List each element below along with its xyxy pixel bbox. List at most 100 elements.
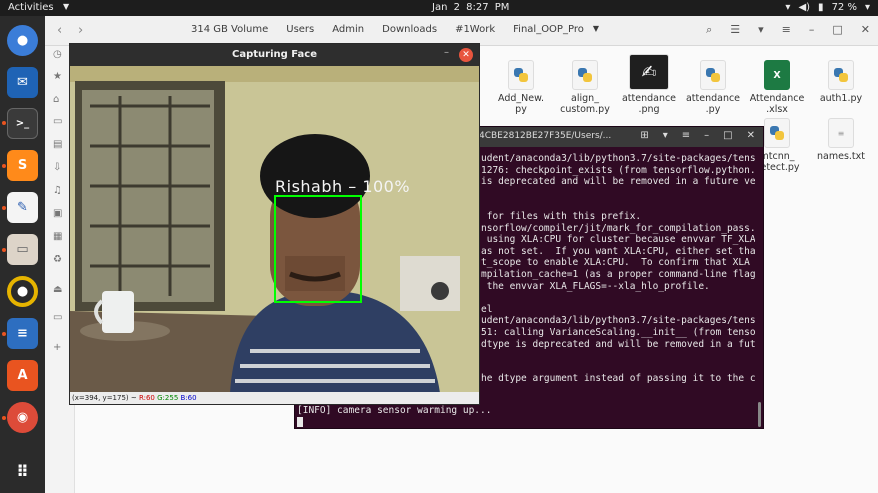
terminal-maximize-icon[interactable]: □	[723, 130, 732, 141]
forward-icon[interactable]: ›	[78, 23, 83, 38]
sublime-text-icon[interactable]: S	[7, 150, 38, 181]
home-icon[interactable]: ⌂	[53, 94, 59, 105]
downloads-icon[interactable]: ⇩	[53, 162, 61, 173]
python-file-icon	[764, 118, 790, 148]
minimize-icon[interactable]: –	[809, 23, 815, 37]
terminal-minimize-icon[interactable]: –	[704, 130, 709, 141]
terminal-line: udent/anaconda3/lib/python3.7/site-packa…	[481, 315, 755, 327]
face-detection-box	[274, 195, 362, 303]
terminal-icon[interactable]: >_	[7, 108, 38, 139]
music-icon[interactable]: ♫	[53, 185, 62, 196]
terminal-line: el	[481, 303, 493, 315]
terminal-line: t_scope to enable XLA:CPU. To confirm th…	[481, 257, 750, 269]
search-icon[interactable]: ⌕	[706, 23, 712, 37]
file-item[interactable]: X Attendance .xlsx	[748, 60, 806, 115]
clock[interactable]: Jan 2 8:27 PM	[432, 2, 509, 13]
python-file-icon	[572, 60, 598, 90]
capture-close-icon[interactable]: ✕	[459, 48, 473, 62]
breadcrumb: 314 GB Volume Users Admin Downloads #1Wo…	[173, 24, 608, 35]
show-applications-icon[interactable]: ⠿	[7, 456, 38, 487]
terminal-line: nsorflow/compiler/jit/mark_for_compilati…	[481, 222, 755, 234]
files-icon[interactable]: ▭	[7, 234, 38, 265]
file-name: names.txt	[817, 151, 865, 162]
breadcrumb-work[interactable]: #1Work	[446, 24, 504, 35]
pixel-blue: B:60	[180, 394, 197, 402]
pictures-icon[interactable]: ▣	[53, 208, 62, 219]
face-label: Rishabh – 100%	[275, 177, 411, 196]
file-item[interactable]: ✍ attendance .png	[620, 54, 678, 115]
chrome-icon[interactable]: ◉	[7, 402, 38, 433]
excel-file-icon: X	[764, 60, 790, 90]
chromium-icon[interactable]: ●	[7, 25, 38, 56]
text-file-icon: ≡	[828, 118, 854, 148]
breadcrumb-chevron-down-icon[interactable]: ▼	[593, 24, 608, 35]
software-center-icon[interactable]: A	[7, 360, 38, 391]
folder-icon[interactable]: ▭	[53, 312, 62, 323]
file-name: Attendance .xlsx	[749, 93, 805, 115]
close-icon[interactable]: ✕	[861, 23, 870, 37]
app-menu-chevron-icon[interactable]: ▼	[63, 2, 69, 11]
file-item[interactable]: auth1.py	[812, 60, 870, 104]
file-name: auth1.py	[819, 93, 863, 104]
starred-icon[interactable]: ★	[53, 71, 62, 82]
terminal-line: 1276: checkpoint_exists (from tensorflow…	[481, 164, 755, 176]
terminal-scrollbar[interactable]	[758, 402, 761, 427]
view-options-chevron-icon[interactable]: ▾	[758, 23, 764, 37]
breadcrumb-final-oop-pro[interactable]: Final_OOP_Pro	[504, 24, 593, 35]
terminal-line: is deprecated and will be removed in a f…	[481, 176, 755, 188]
activities-button[interactable]: Activities	[8, 2, 54, 13]
breadcrumb-admin[interactable]: Admin	[323, 24, 373, 35]
terminal-line: as not set. If you want XLA:CPU, either …	[481, 245, 755, 257]
recent-icon[interactable]: ◷	[53, 49, 62, 60]
breadcrumb-users[interactable]: Users	[277, 24, 323, 35]
breadcrumb-volume[interactable]: 314 GB Volume	[173, 24, 277, 35]
system-tray[interactable]: ▾ ◀) ▮ 72 % ▾	[785, 2, 870, 13]
rhythmbox-icon[interactable]: ●	[7, 276, 38, 307]
text-editor-icon[interactable]: ✎	[7, 192, 38, 223]
terminal-line: the envvar XLA_FLAGS=--xla_hlo_profile.	[481, 280, 710, 292]
running-indicator	[2, 416, 6, 420]
trash-icon[interactable]: ♻	[53, 254, 62, 265]
file-item[interactable]: attendance .py	[684, 60, 742, 115]
terminal-line: he dtype argument instead of passing it …	[481, 373, 755, 385]
file-item[interactable]: align_ custom.py	[556, 60, 614, 115]
pixel-green: G:255	[157, 394, 179, 402]
camera-feed: Rishabh – 100%	[70, 66, 479, 393]
terminal-menu-chevron-icon[interactable]: ▾	[663, 130, 668, 141]
pixel-red: R:60	[138, 394, 155, 402]
pixel-info-bar: (x=394, y=175) ~ R:60 G:255 B:60	[70, 392, 479, 404]
desktop-icon[interactable]: ▭	[53, 116, 62, 127]
view-list-icon[interactable]: ☰	[730, 23, 740, 37]
documents-icon[interactable]: ▤	[53, 139, 62, 150]
breadcrumb-downloads[interactable]: Downloads	[373, 24, 446, 35]
back-icon[interactable]: ‹	[57, 23, 62, 38]
file-manager-header: ‹ › 314 GB Volume Users Admin Downloads …	[45, 16, 878, 46]
terminal-menu-icon[interactable]: ≡	[682, 130, 690, 141]
image-file-icon: ✍	[629, 54, 669, 90]
file-item[interactable]: ≡ names.txt	[812, 118, 870, 162]
terminal-line: mpilation_cache=1 (as a proper command-l…	[481, 269, 755, 280]
pixel-coords: (x=394, y=175) ~	[72, 394, 139, 402]
capture-window[interactable]: Capturing Face – ✕ Rishabh – 100% (x=394…	[69, 43, 480, 405]
power-menu-chevron-icon: ▾	[864, 2, 870, 13]
terminal-close-icon[interactable]: ✕	[747, 130, 755, 141]
videos-icon[interactable]: ▦	[53, 231, 62, 242]
new-tab-icon[interactable]: ⊞	[640, 130, 648, 141]
maximize-icon[interactable]: □	[832, 23, 842, 37]
running-indicator	[2, 248, 6, 252]
battery-level: 72 %	[831, 2, 857, 13]
writer-icon[interactable]: ≡	[7, 318, 38, 349]
mail-icon[interactable]: ✉	[7, 67, 38, 98]
running-indicator	[2, 332, 6, 336]
usb-icon[interactable]: ⏏	[53, 284, 62, 295]
other-locations-icon[interactable]: +	[53, 342, 61, 353]
menu-icon[interactable]: ≡	[782, 23, 791, 37]
dock: ● ✉ >_ S ✎ ▭ ● ≡ A ◉ ⠿	[0, 16, 45, 493]
capture-window-title: Capturing Face	[70, 44, 479, 66]
file-name: Add_New. py	[497, 93, 544, 115]
file-item[interactable]: Add_New. py	[492, 60, 550, 115]
capture-minimize-icon[interactable]: –	[444, 47, 449, 58]
file-manager-toolbar: ⌕ ☰ ▾ ≡ – □ ✕	[706, 23, 870, 37]
file-name: attendance .png	[621, 93, 677, 115]
terminal-title: 4CBE2812BE27F35E/Users/...	[479, 131, 612, 141]
